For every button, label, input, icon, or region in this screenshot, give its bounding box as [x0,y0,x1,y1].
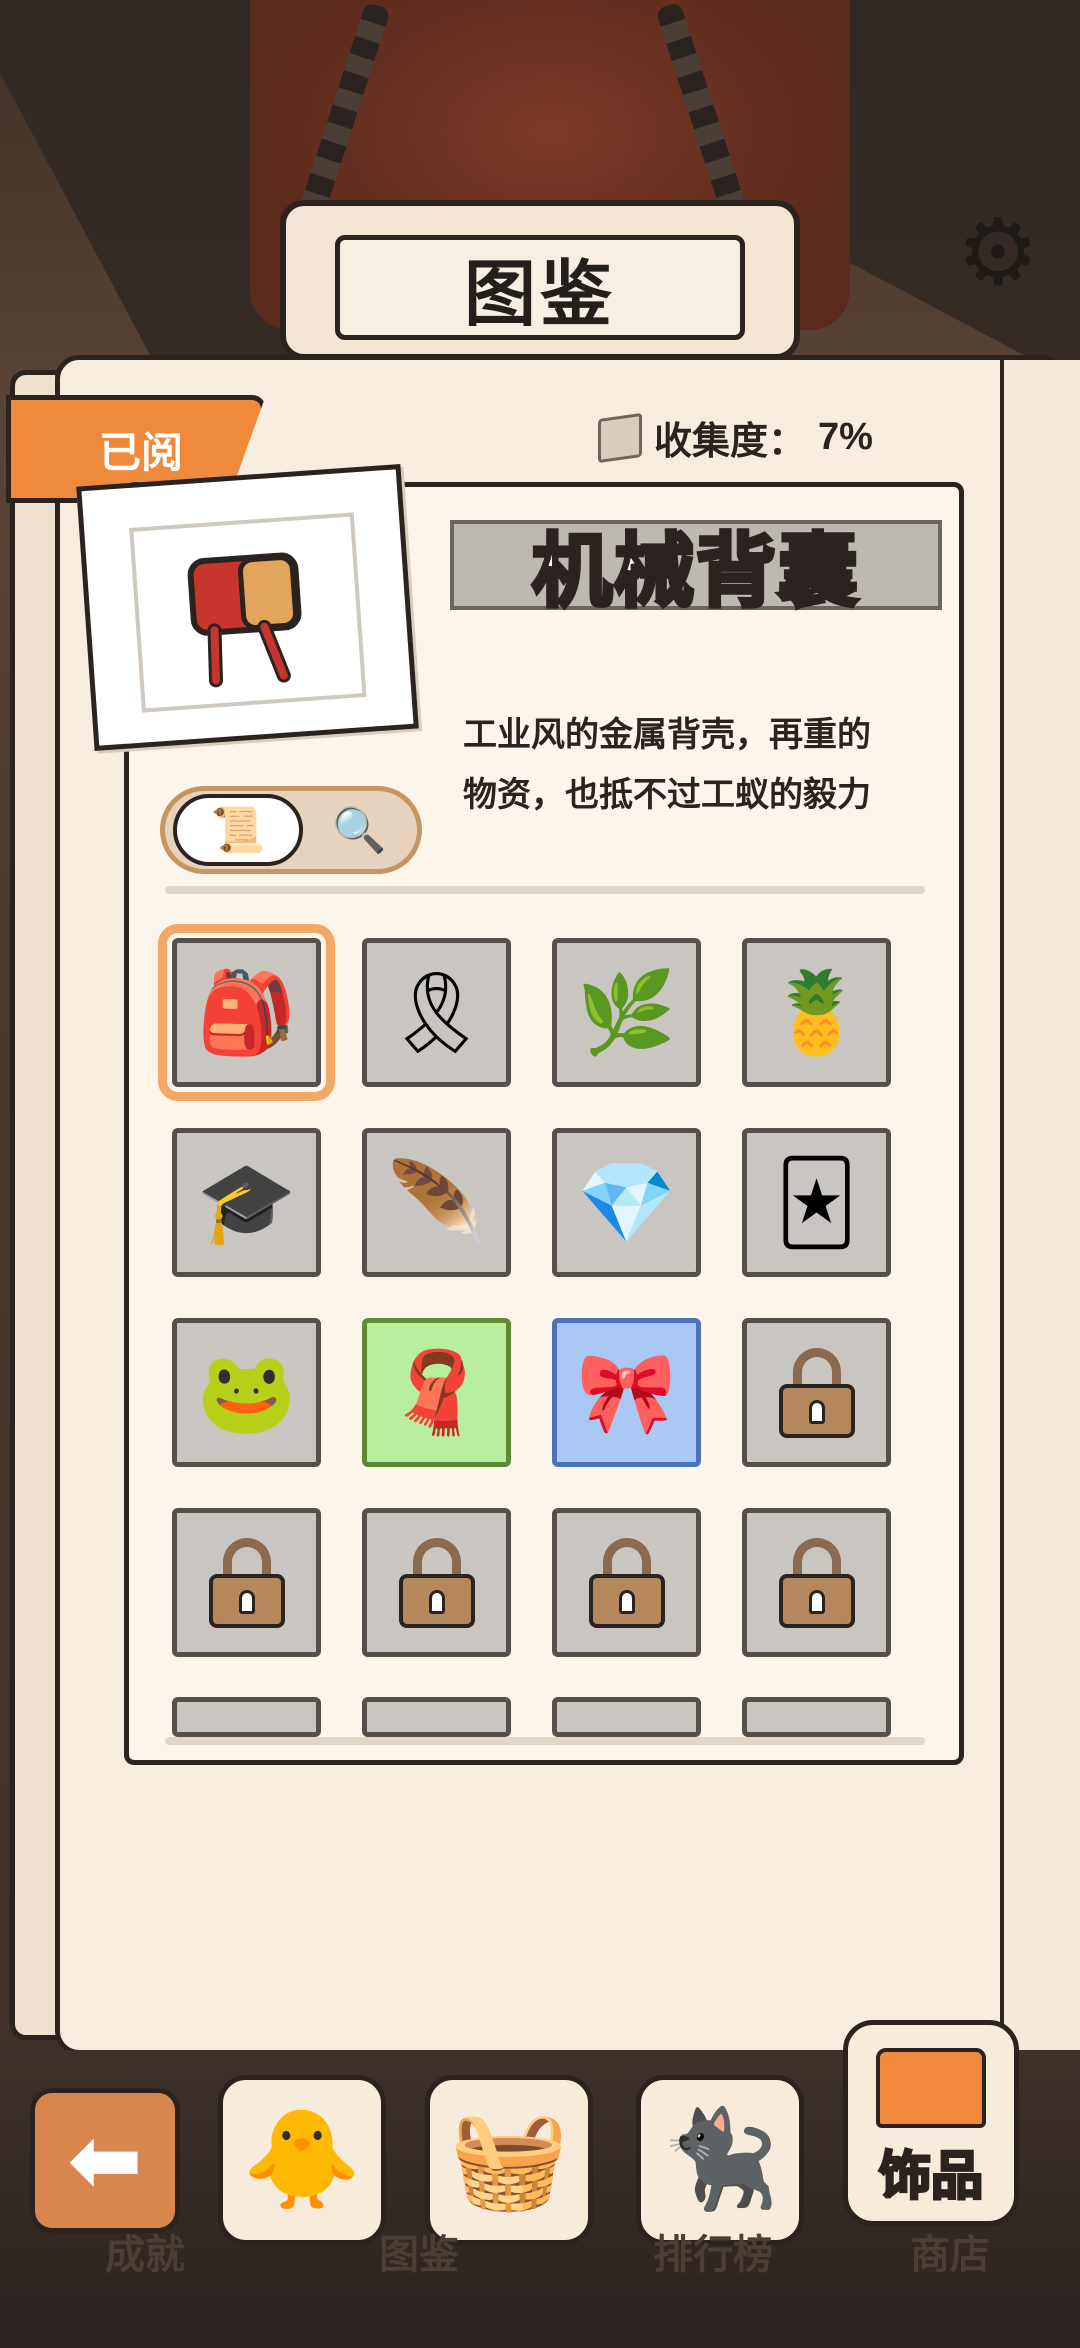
book-right-page [1000,360,1080,2060]
item-icon: 🎒 [196,967,297,1057]
item-icon: 🎀 [576,1347,677,1437]
lock-icon [778,1347,855,1438]
certificate-icon[interactable]: 📜 [173,794,303,866]
grid-cell[interactable]: 🧣 [362,1318,511,1467]
grid-cell[interactable] [552,1508,701,1657]
book-icon [598,412,642,463]
description-line-2: 物资，也抵不过工蚁的毅力 [463,776,871,814]
lock-icon [398,1537,475,1628]
item-icon: 🌿 [576,967,677,1057]
lock-icon [588,1537,665,1628]
view-toggle[interactable]: 📜 🔍 [160,786,422,874]
nav-achievements-label: 成就 [105,2233,185,2277]
item-icon: 🧣 [386,1347,487,1437]
grid-cell[interactable]: 🐸 [172,1318,321,1467]
grid-cell-partial[interactable] [172,1697,321,1737]
grid-cell[interactable] [742,1508,891,1657]
collection-progress: 收集度： 7% [598,410,873,465]
divider-bottom [165,1737,925,1745]
page-title: 图鉴 [285,235,795,350]
nav-accessory[interactable]: 饰品 [843,2020,1019,2226]
item-icon: 🎗 [385,967,488,1057]
item-icon: 🃏 [775,1158,858,1247]
grid-cell[interactable]: 🎗 [362,938,511,1087]
item-preview [129,512,367,713]
grid-cell[interactable]: 🍍 [742,938,891,1087]
grid-cell[interactable] [362,1508,511,1657]
nav-ranking[interactable]: 🐈‍⬛ [636,2075,804,2245]
lock-icon [778,1537,855,1628]
nav-achievements[interactable]: 🐥 [218,2075,386,2245]
backpack-icon [187,552,301,687]
item-icon: 🐸 [196,1347,297,1437]
divider [165,886,925,894]
grid-cell[interactable]: 💎 [552,1128,701,1277]
basket-icon: 🧺 [449,2106,569,2213]
back-button[interactable]: ⬅ [30,2088,180,2233]
item-grid: 🎒 🎗 🌿 🍍 🎓 🪶 💎 🃏 🐸 🧣 🎀 [158,924,891,1657]
chick-icon: 🐥 [242,2106,362,2213]
gear-icon[interactable]: ⚙ [950,205,1046,301]
item-name: 机械背囊 [450,520,942,618]
lock-icon [208,1537,285,1628]
grid-cell[interactable]: 🎀 [552,1318,701,1467]
grid-cell[interactable]: 🎒 [158,924,335,1101]
item-icon: 🪶 [386,1157,487,1247]
item-description: 工业风的金属背壳，再重的 物资，也抵不过工蚁的毅力 [463,705,943,825]
grid-cell[interactable]: 🪶 [362,1128,511,1277]
item-icon: 🍍 [766,967,867,1057]
nav-shop-label: 商店 [910,2233,990,2277]
collection-value: 7% [818,416,873,458]
item-icon: 🎓 [196,1157,297,1247]
nav-accessory-label: 饰品 [877,2147,984,2208]
item-preview-card [76,463,419,752]
collection-label: 收集度： [654,421,807,463]
nav-ranking-label: 排行榜 [653,2233,773,2277]
item-icon: 💎 [576,1157,677,1247]
cat-icon: 🐈‍⬛ [660,2106,780,2213]
magnifier-icon[interactable]: 🔍 [319,794,399,866]
grid-cell-partial[interactable] [362,1697,511,1737]
grid-cell[interactable] [172,1508,321,1657]
grid-cell-partial[interactable] [552,1697,701,1737]
grid-cell[interactable]: 🃏 [742,1128,891,1277]
grid-cell[interactable] [742,1318,891,1467]
grid-cell[interactable]: 🌿 [552,938,701,1087]
description-line-1: 工业风的金属背壳，再重的 [463,716,871,754]
shirt-icon [876,2048,986,2128]
nav-collection[interactable]: 🧺 [425,2075,593,2245]
nav-collection-label: 图鉴 [379,2233,459,2277]
grid-cell-partial[interactable] [742,1697,891,1737]
grid-cell[interactable]: 🎓 [172,1128,321,1277]
